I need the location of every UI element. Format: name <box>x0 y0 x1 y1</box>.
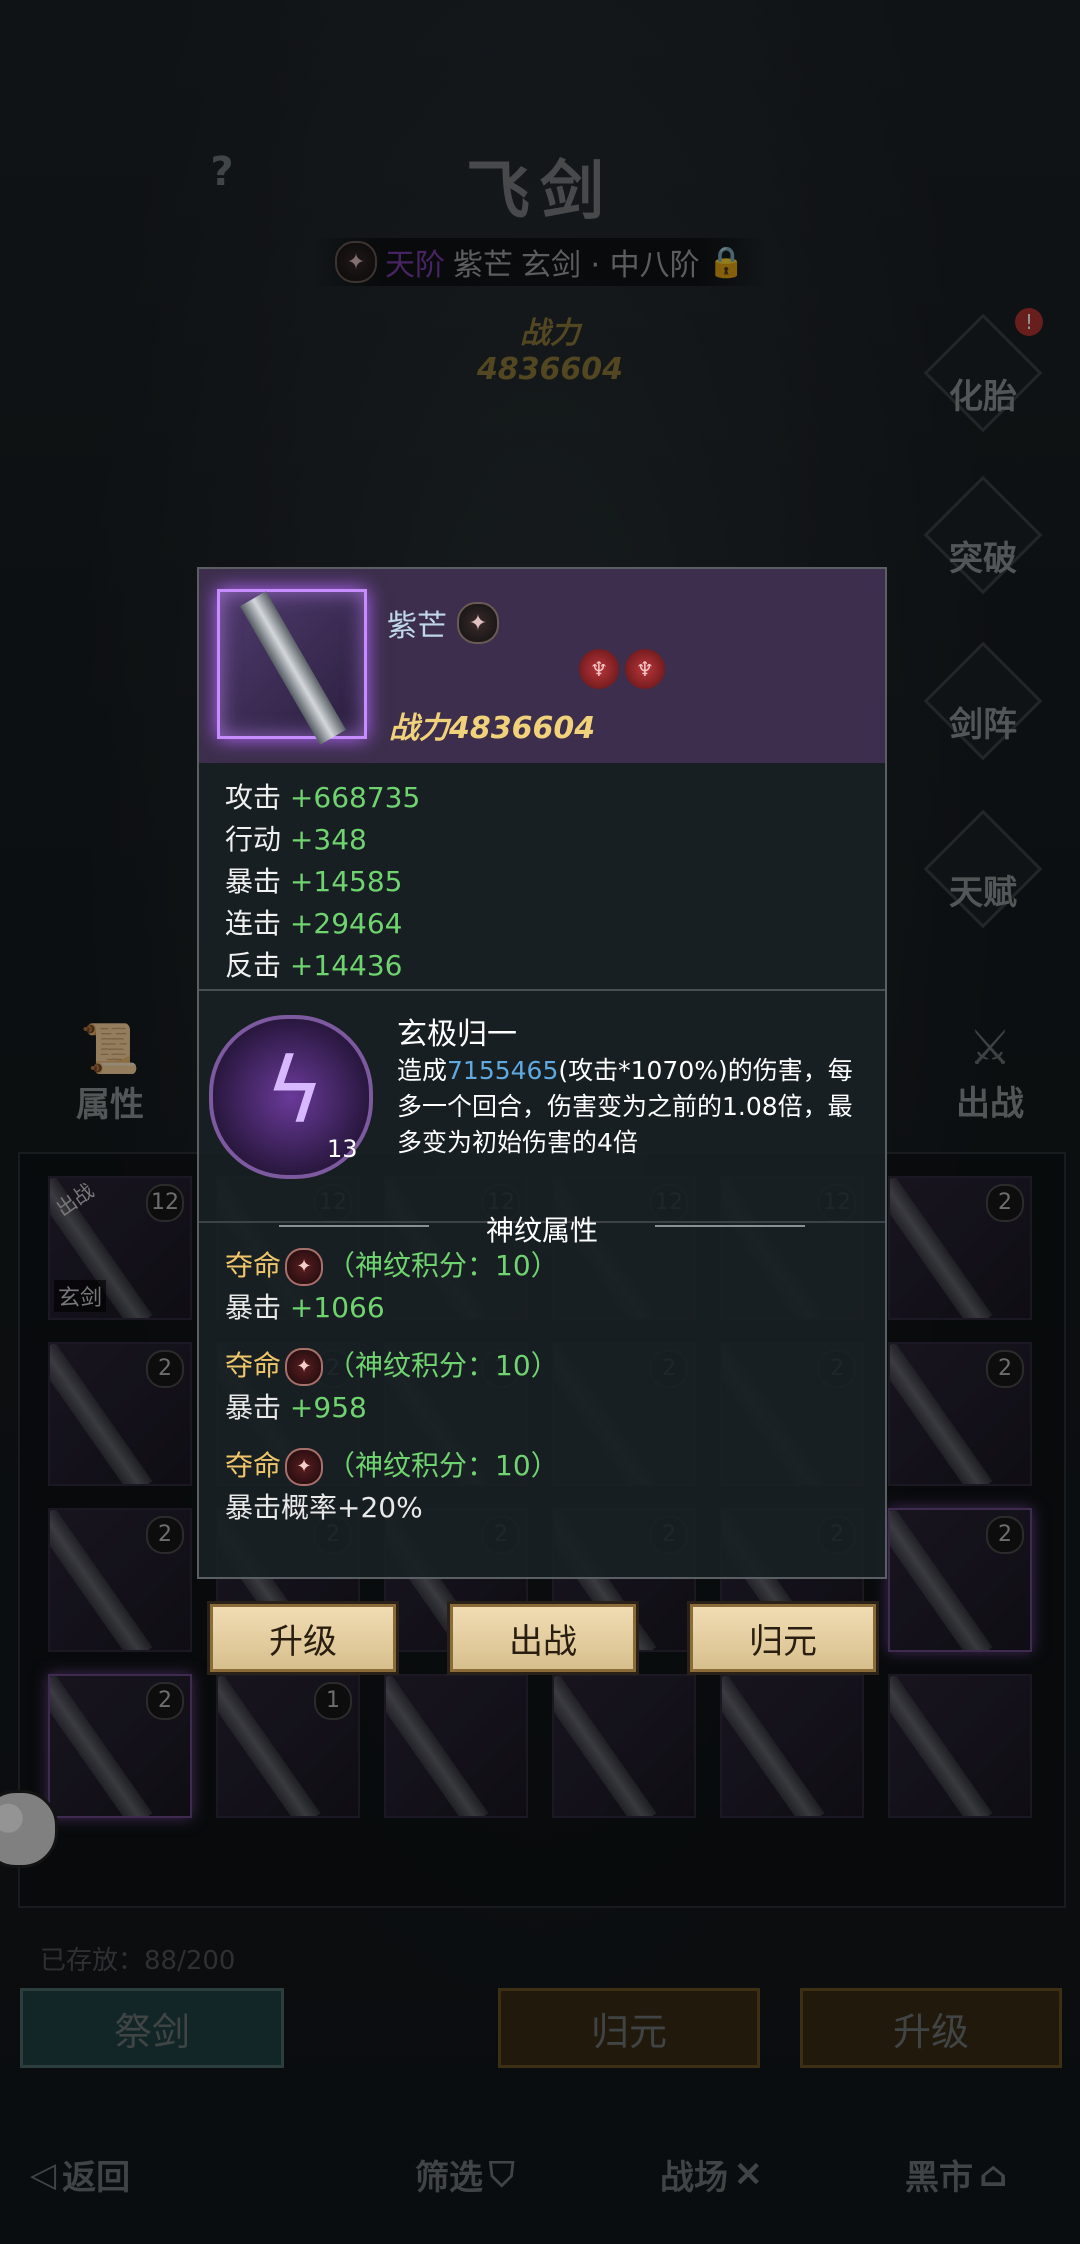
tier-icon: ✦ <box>457 602 499 644</box>
stat-row: 暴击 +14585 <box>225 865 403 898</box>
rune-section-title: 神纹属性 <box>485 1214 598 1247</box>
popup-upgrade-button[interactable]: 升级 <box>210 1604 396 1672</box>
rune-slot-icon: ♆ <box>625 649 665 689</box>
rune-icon: ✦ <box>285 1248 324 1286</box>
rune-entry: 夺命 ✦ （神纹积分：10） 暴击 +1066 <box>225 1248 559 1324</box>
stat-row: 攻击 +668735 <box>225 781 421 814</box>
skill-level: 13 <box>327 1135 358 1163</box>
rune-entry: 夺命 ✦ （神纹积分：10） 暴击概率+20% <box>225 1448 559 1524</box>
stat-row: 反击 +14436 <box>225 949 403 982</box>
stat-row: 连击 +29464 <box>225 907 403 940</box>
item-detail-popup: 紫芒 ✦ ♆ ♆ 战力4836604 攻击 +668735 行动 +348 暴击… <box>197 567 887 1579</box>
rune-icon: ✦ <box>285 1348 324 1386</box>
rune-icon: ✦ <box>285 1448 324 1486</box>
rune-slot-icon: ♆ <box>579 649 619 689</box>
skill-title: 玄极归一 <box>397 1017 517 1052</box>
rune-entry: 夺命 ✦ （神纹积分：10） 暴击 +958 <box>225 1348 559 1424</box>
divider <box>199 989 885 991</box>
stat-list: 攻击 +668735 行动 +348 暴击 +14585 连击 +29464 反… <box>225 777 420 987</box>
skill-description: 造成7155465(攻击*1070%)的伤害，每多一个回合，伤害变为之前的1.0… <box>397 1056 853 1157</box>
stat-row: 行动 +348 <box>225 823 367 856</box>
item-thumbnail <box>217 589 367 745</box>
item-name-row: 紫芒 ✦ <box>387 601 499 645</box>
item-name: 紫芒 <box>387 609 447 644</box>
item-power: 战力4836604 <box>389 711 596 746</box>
popup-return-button[interactable]: 归元 <box>690 1604 876 1672</box>
popup-deploy-button[interactable]: 出战 <box>450 1604 636 1672</box>
rune-slots: ♆ ♆ <box>579 649 665 689</box>
